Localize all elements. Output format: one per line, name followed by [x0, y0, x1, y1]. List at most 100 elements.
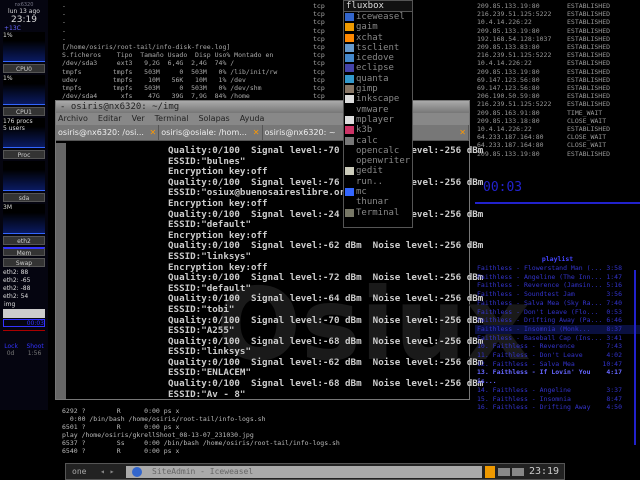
tray-network-icon-2[interactable] [512, 467, 524, 476]
playlist-item[interactable]: Faithless - Soundtest Jam 3:56 [475, 290, 640, 299]
net-label[interactable]: eth2 [3, 236, 45, 245]
menu-archivo[interactable]: Archivo [58, 113, 88, 125]
menu-item-label: tsclient [356, 42, 400, 53]
menu-item-opencalc[interactable]: opencalc [344, 146, 412, 156]
media-player: 00:03 playlist Faithless - Flowerstand M… [475, 180, 640, 450]
menu-item-gimp[interactable]: gimp [344, 84, 412, 94]
cpu1-label[interactable]: CPU1 [3, 107, 45, 116]
menu-item-terminal[interactable]: Terminal [344, 208, 412, 218]
clock[interactable]: 23:19 [524, 466, 564, 477]
gaim-icon [345, 23, 354, 32]
menu-item-label: mc [356, 187, 367, 198]
menu-item-mc[interactable]: mc [344, 187, 412, 197]
menu-item-run[interactable]: run.. [344, 177, 412, 187]
menu-item-inkscape[interactable]: inkscape [344, 94, 412, 104]
close-icon[interactable]: ✕ [253, 125, 260, 140]
playlist-item[interactable]: Faithless - Drifting Away (Pa... 6:46 [475, 316, 640, 325]
playlist-item[interactable]: Faithless - Flowerstand Man (... 3:58 [475, 264, 640, 273]
image-buttons[interactable] [3, 309, 45, 318]
menu-item-iceweasel[interactable]: iceweasel [344, 12, 412, 22]
terminal-tab[interactable]: osiris@nx6320: /osi... ✕ [56, 125, 160, 140]
playlist-item[interactable]: Faithless - Salva Mea (Sky Ra... 7:40 [475, 299, 640, 308]
background-address-column: 209.85.133.19:80 216.239.51.125:5222 10.4.… [477, 2, 551, 158]
playlist-item[interactable]: Faithless - Reverence (Jamsin... 5:16 [475, 281, 640, 290]
cpu0-label[interactable]: CPU0 [3, 64, 45, 73]
menu-solapas[interactable]: Solapas [198, 113, 229, 125]
track-title: 15. Faithless - Insomnia [477, 394, 571, 403]
blank-icon [345, 198, 354, 206]
playlist-item[interactable]: Faithless - Angeline (The Inn... 1:47 [475, 273, 640, 282]
workspace-name[interactable]: one [66, 467, 100, 476]
disk-label[interactable]: sda [3, 193, 45, 202]
menu-ayuda[interactable]: Ayuda [240, 113, 265, 125]
mail-icon [345, 54, 354, 63]
img-label: img [4, 301, 16, 308]
gk-temp: +13C [4, 25, 21, 32]
playlist-item[interactable]: Faithless - Don't Leave (Flo... 0:53 [475, 308, 640, 317]
track-title: Faithless - Flowerstand Man (... [477, 264, 603, 272]
menu-item-gedit[interactable]: gedit [344, 166, 412, 176]
menu-item-calc[interactable]: calc [344, 136, 412, 146]
task-iceweasel[interactable]: SiteAdmin - Iceweasel [126, 465, 482, 478]
lock-button[interactable]: Lock [4, 343, 18, 350]
shoot-button[interactable]: Shoot [26, 343, 43, 350]
menu-ver[interactable]: Ver [132, 113, 145, 125]
terminal-tab[interactable]: osiris@osiale: /hom... ✕ [159, 125, 263, 140]
disk-line: /dev/sda3 ext3 9,2G 6,4G 2,4G 74% / [62, 59, 235, 68]
playlist-item[interactable]: 15. Faithless - Insomnia 8:47 [475, 395, 640, 404]
address-cell: 209.85.133.83:80 [477, 43, 540, 52]
address-cell: 216.239.51.125:5222 [477, 100, 552, 109]
playlist-item[interactable]: 14. Faithless - Angeline 3:37 [475, 386, 640, 395]
player-progress[interactable] [3, 330, 45, 331]
menu-item-label: run.. [356, 176, 384, 187]
users-count: 5 users [3, 125, 25, 132]
playlist-item[interactable]: 10. Faithless - Reverence 7:43 [475, 342, 640, 351]
taskbar: one ◂ ▸ SiteAdmin - Iceweasel 23:19 [65, 463, 565, 480]
playlist-item[interactable]: Faithless - Insomnia (Monk... 8:37 [475, 324, 640, 334]
menu-title: fluxbox [344, 1, 412, 12]
playlist-item[interactable]: 13. Faithless - If Lovin' You is... 4:17 [475, 368, 640, 385]
tab-label: osiris@nx6320: ~ [264, 128, 336, 137]
menu-terminal[interactable]: Terminal [155, 113, 189, 125]
close-icon[interactable]: ✕ [150, 125, 157, 140]
output-line: Encryption key:off [168, 197, 268, 209]
menu-item-label: gimp [356, 84, 378, 95]
playlist-item[interactable]: 16. Faithless - Drifting Away 4:50 [475, 403, 640, 412]
workspace-arrows-icon[interactable]: ◂ ▸ [100, 467, 126, 476]
cpu0-value: 1% [3, 32, 13, 39]
menu-item-mplayer[interactable]: mplayer [344, 115, 412, 125]
menu-item-thunar[interactable]: thunar [344, 197, 412, 207]
playlist-scrollbar[interactable] [634, 270, 636, 445]
playlist-item[interactable]: 11. Faithless - Don't Leave 4:02 [475, 351, 640, 360]
output-line: ESSID:"tobi" [168, 303, 235, 315]
playlist-item[interactable]: 12. Faithless - Salva Mea 10:47 [475, 360, 640, 369]
state-cell: CLOSE_WAIT [567, 141, 607, 150]
proc-label[interactable]: Proc [3, 150, 45, 159]
menu-item-xchat[interactable]: xchat [344, 33, 412, 43]
tray-gaim-icon[interactable] [485, 465, 495, 478]
player-seekbar[interactable] [475, 202, 640, 204]
menu-item-k3b[interactable]: k3b [344, 125, 412, 135]
address-cell: 216.239.51.125:5222 [477, 51, 552, 60]
state-cell: ESTABLISHED [567, 18, 611, 27]
menu-item-tsclient[interactable]: tsclient [344, 43, 412, 53]
playlist-item[interactable]: Faithless - Baseball Cap (Ins... 3:41 [475, 334, 640, 343]
close-icon[interactable]: ✕ [459, 125, 466, 140]
output-line: ESSID:"linksys" [168, 250, 251, 262]
menu-item-vmware[interactable]: vmware [344, 105, 412, 115]
state-cell: ESTABLISHED [567, 125, 611, 134]
menu-item-eclipse[interactable]: eclipse [344, 63, 412, 73]
menu-item-icedove[interactable]: icedove [344, 53, 412, 63]
proto-cell: tcp [313, 43, 325, 52]
track-time: 10:47 [602, 359, 622, 368]
ps-line: play /home/osiris/gkrellShoot_08-13-07_2… [62, 431, 254, 439]
disk-line: tmpfs tmpfs 503M 0 503M 0% /dev/shm [62, 84, 262, 93]
terminal-scrollbar[interactable] [56, 143, 66, 399]
ps-line: 0:00 /bin/bash /home/osiris/root-tail/in… [62, 415, 266, 423]
menu-item-gaim[interactable]: gaim [344, 22, 412, 32]
tray-network-icon[interactable] [498, 467, 510, 476]
menu-editar[interactable]: Editar [98, 113, 122, 125]
menu-item-quanta[interactable]: quanta [344, 74, 412, 84]
terminal-output[interactable]: Quality:0/100 Signal level:-70 dBm Noise… [168, 145, 483, 400]
menu-item-openwriter[interactable]: openwriter [344, 156, 412, 166]
